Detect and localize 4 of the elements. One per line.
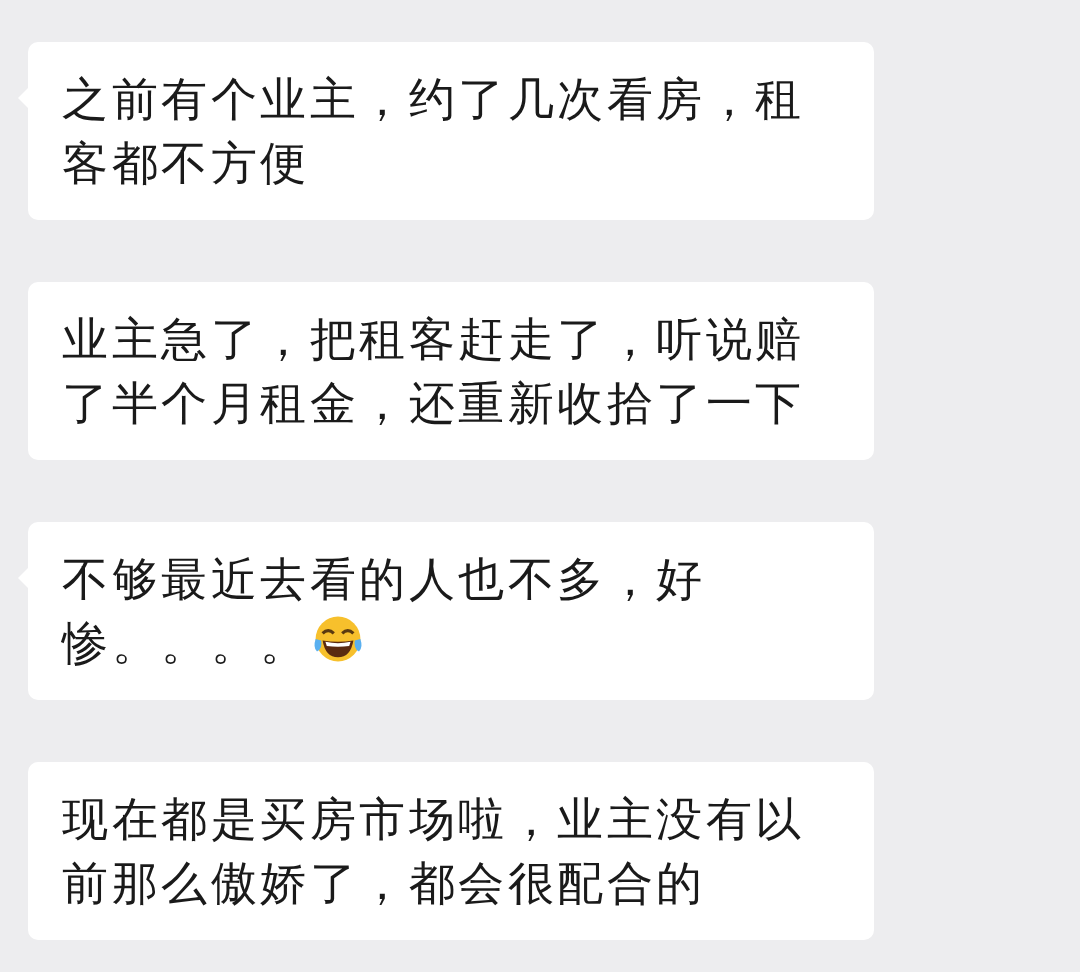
message-text: 不够最近去看的人也不多，好惨。。。。 (62, 552, 706, 670)
message-text: 现在都是买房市场啦，业主没有以前那么傲娇了，都会很配合的 (62, 792, 805, 910)
message-text: 业主急了，把租客赶走了，听说赔了半个月租金，还重新收拾了一下 (62, 312, 805, 430)
message-text: 之前有个业主，约了几次看房，租客都不方便 (62, 72, 805, 190)
